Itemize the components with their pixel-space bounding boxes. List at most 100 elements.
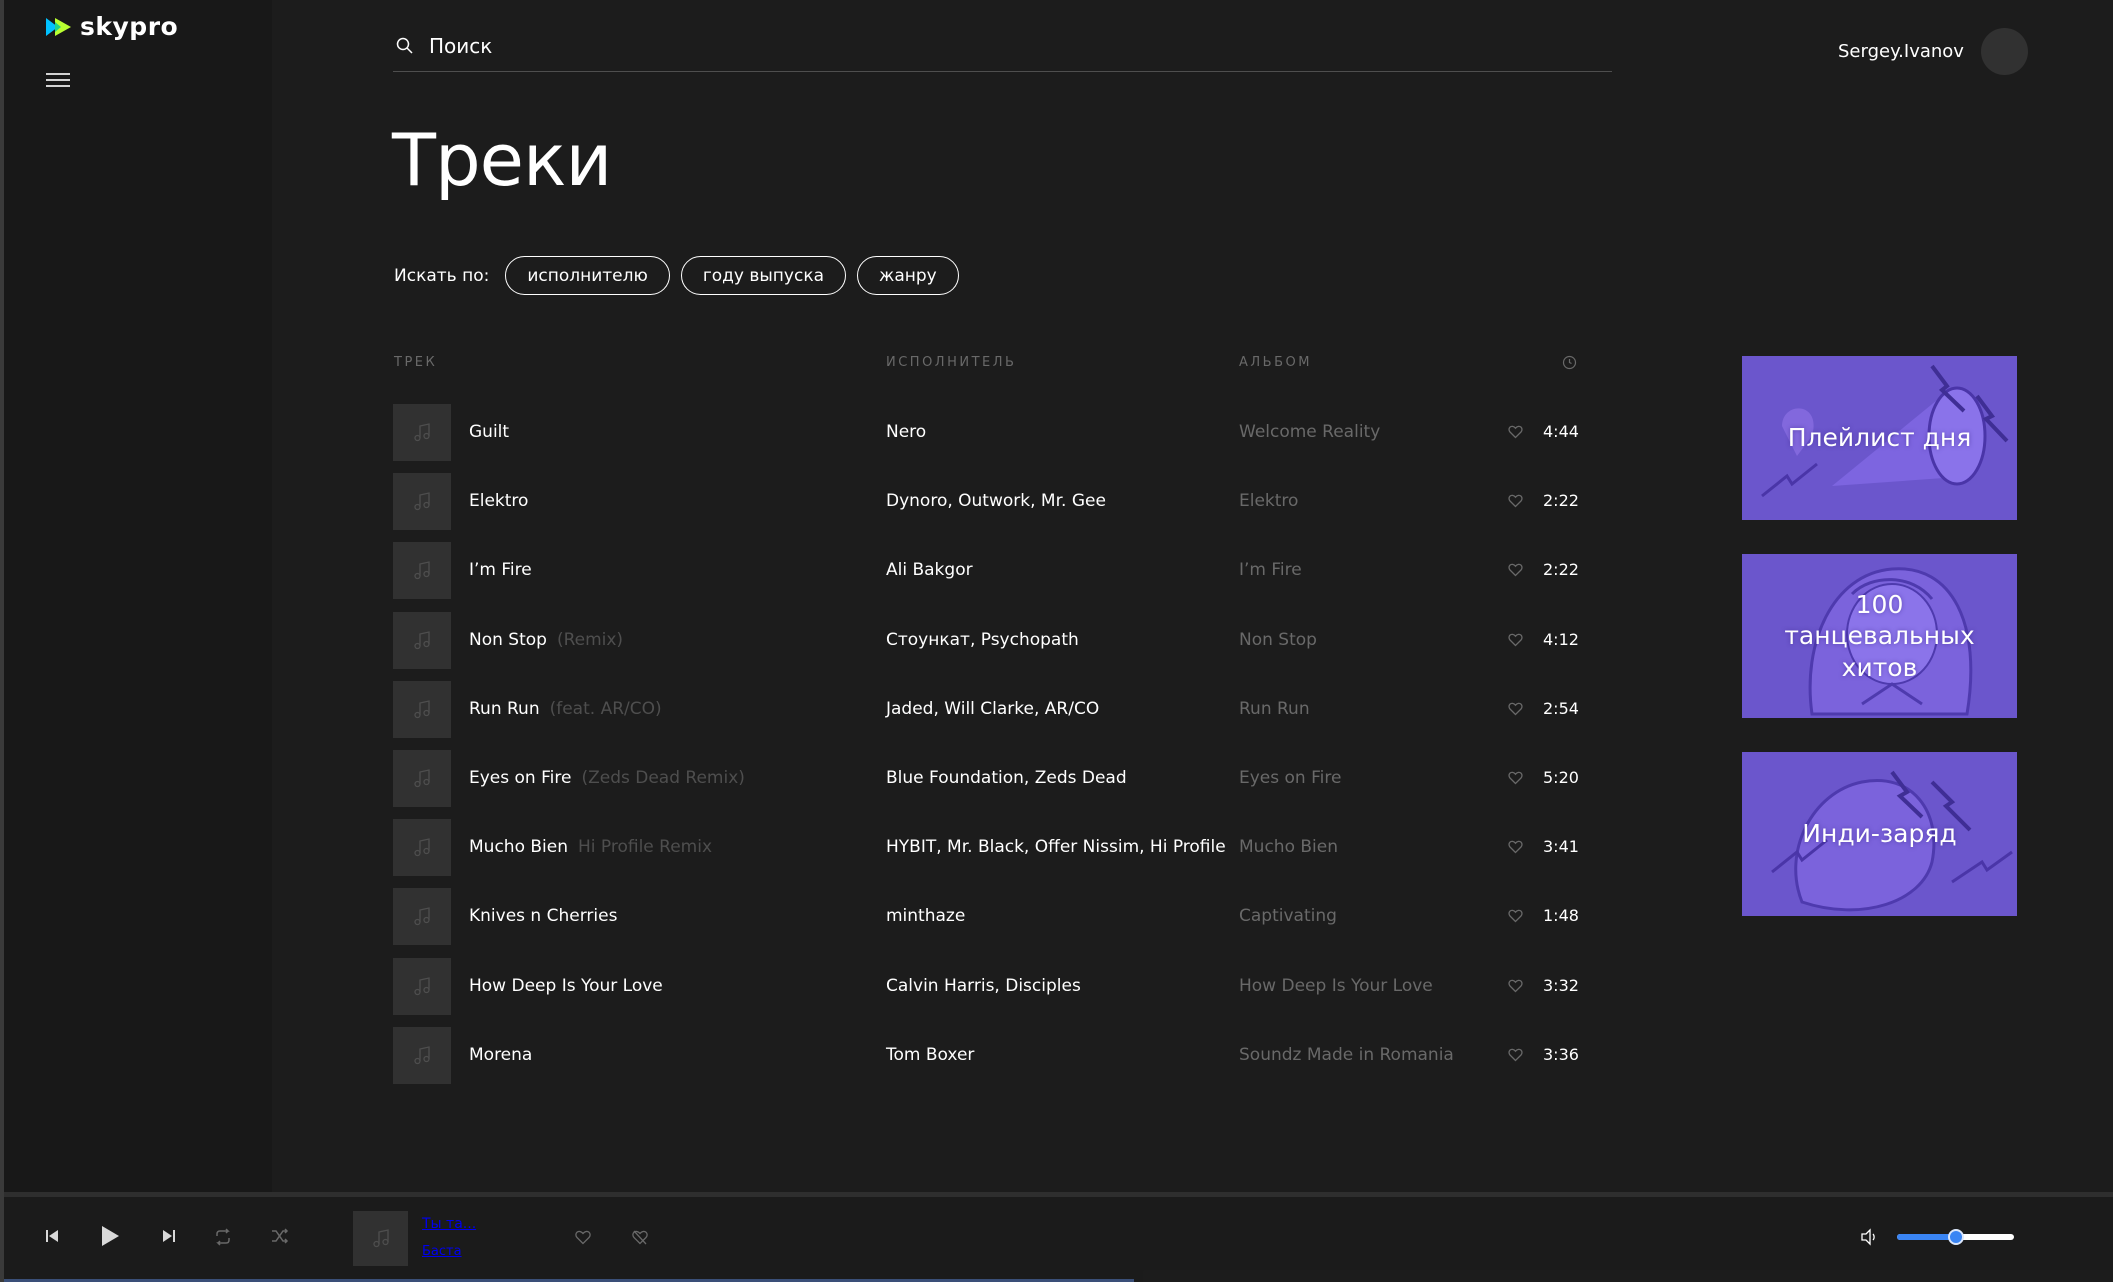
track-cover (393, 612, 451, 669)
like-icon[interactable] (575, 1230, 591, 1245)
track-cover (393, 542, 451, 599)
playlist-card-dance[interactable]: 100 танцевальных хитов (1742, 554, 2017, 718)
like-icon[interactable] (1508, 979, 1523, 993)
track-album-link[interactable]: Welcome Reality (1239, 422, 1380, 442)
track-title-link[interactable]: How Deep Is Your Love (469, 976, 673, 996)
track-title-link[interactable]: Eyes on Fire (Zeds Dead Remix) (469, 768, 745, 788)
menu-burger-icon[interactable] (46, 73, 70, 87)
track-author-link[interactable]: Blue Foundation, Zeds Dead (886, 768, 1127, 788)
track-album-link[interactable]: Non Stop (1239, 630, 1317, 650)
track-author-link[interactable]: Tom Boxer (886, 1045, 974, 1065)
logo-mark-icon (46, 17, 71, 36)
track-row[interactable]: Run Run (feat. AR/CO) Jaded, Will Clarke, … (393, 681, 1583, 739)
volume-icon[interactable] (1860, 1228, 1878, 1246)
track-title-link[interactable]: Non Stop (Remix) (469, 630, 623, 650)
logo-text: skypro (80, 12, 179, 41)
track-cover (393, 1027, 451, 1084)
track-album-link[interactable]: Captivating (1239, 906, 1337, 926)
track-row[interactable]: Knives n Cherries minthaze Captivating 1:48 (393, 888, 1583, 946)
track-title: How Deep Is Your Love (469, 976, 663, 996)
note-icon (372, 1228, 389, 1247)
track-title-link[interactable]: I’m Fire (469, 560, 542, 580)
repeat-icon[interactable] (213, 1228, 233, 1246)
playlist-card-day[interactable]: Плейлист дня (1742, 356, 2017, 520)
filter-genre-button[interactable]: жанру (857, 256, 959, 295)
track-author-link[interactable]: Стоункат, Psychopath (886, 630, 1079, 650)
like-icon[interactable] (1508, 771, 1523, 785)
filter-author-button[interactable]: исполнителю (505, 256, 670, 295)
like-icon[interactable] (1508, 1048, 1523, 1062)
track-title-link[interactable]: Morena (469, 1045, 542, 1065)
track-author-link[interactable]: HYBIT, Mr. Black, Offer Nissim, Hi Profi… (886, 837, 1226, 857)
track-album-link[interactable]: How Deep Is Your Love (1239, 976, 1433, 996)
prev-icon[interactable] (44, 1228, 60, 1244)
volume-thumb[interactable] (1947, 1229, 1964, 1245)
track-duration: 4:12 (1543, 630, 1579, 649)
current-track-author-link[interactable]: Баста (422, 1244, 462, 1259)
like-icon[interactable] (1508, 494, 1523, 508)
logo[interactable]: skypro (44, 12, 178, 41)
track-album-link[interactable]: Soundz Made in Romania (1239, 1045, 1454, 1065)
track-row[interactable]: How Deep Is Your Love Calvin Harris, Disc… (393, 958, 1583, 1016)
track-title: I’m Fire (469, 560, 532, 580)
track-duration: 3:32 (1543, 976, 1579, 995)
track-row[interactable]: Eyes on Fire (Zeds Dead Remix) Blue Founda… (393, 750, 1583, 808)
playback-progress[interactable] (4, 1192, 2113, 1197)
track-author-link[interactable]: minthaze (886, 906, 965, 926)
filter-year-button[interactable]: году выпуска (680, 256, 847, 295)
track-album-link[interactable]: Elektro (1239, 491, 1298, 511)
track-duration: 3:41 (1543, 837, 1579, 856)
like-icon[interactable] (1508, 909, 1523, 923)
shuffle-icon[interactable] (271, 1228, 289, 1244)
track-title: Eyes on Fire (469, 768, 572, 788)
track-author-link[interactable]: Nero (886, 422, 926, 442)
track-row[interactable]: Morena Tom Boxer Soundz Made in Romania 3:3… (393, 1027, 1583, 1085)
avatar[interactable] (1980, 28, 2028, 75)
like-icon[interactable] (1508, 425, 1523, 439)
like-icon[interactable] (1508, 702, 1523, 716)
track-duration: 2:22 (1543, 560, 1579, 579)
track-title-link[interactable]: Elektro (469, 491, 538, 511)
like-icon[interactable] (1508, 563, 1523, 577)
track-row[interactable]: Guilt Nero Welcome Reality 4:44 (393, 404, 1583, 462)
track-row[interactable]: I’m Fire Ali Bakgor I’m Fire 2:22 (393, 542, 1583, 600)
track-row[interactable]: Mucho Bien Hi Profile Remix HYBIT, Mr. Bla… (393, 819, 1583, 877)
track-cover (393, 404, 451, 461)
track-duration: 3:36 (1543, 1045, 1579, 1064)
track-row[interactable]: Elektro Dynoro, Outwork, Mr. Gee Elektro 2:… (393, 473, 1583, 531)
track-title-link[interactable]: Mucho Bien Hi Profile Remix (469, 837, 712, 857)
track-author-link[interactable]: Calvin Harris, Disciples (886, 976, 1081, 996)
track-title: Non Stop (469, 630, 547, 650)
track-title: Knives n Cherries (469, 906, 618, 926)
track-cover (393, 750, 451, 807)
dislike-icon[interactable] (632, 1230, 648, 1245)
track-album-link[interactable]: Eyes on Fire (1239, 768, 1341, 788)
track-row[interactable]: Non Stop (Remix) Стоункат, Psychopath Non S… (393, 612, 1583, 670)
track-album-link[interactable]: I’m Fire (1239, 560, 1302, 580)
current-track-cover (353, 1211, 408, 1266)
track-duration: 1:48 (1543, 906, 1579, 925)
play-icon[interactable] (100, 1225, 120, 1247)
track-title-link[interactable]: Knives n Cherries (469, 906, 627, 926)
track-album-link[interactable]: Run Run (1239, 699, 1310, 719)
volume-fill (1897, 1234, 1956, 1240)
playlist-label: Инди-заряд (1802, 819, 1957, 849)
note-icon (414, 560, 430, 579)
track-title-link[interactable]: Run Run (feat. AR/CO) (469, 699, 662, 719)
track-title-link[interactable]: Guilt (469, 422, 519, 442)
like-icon[interactable] (1508, 840, 1523, 854)
next-icon[interactable] (161, 1228, 177, 1244)
current-track-title-link[interactable]: Ты та... (422, 1216, 476, 1232)
column-header-track: ТРЕК (394, 355, 438, 370)
note-icon (414, 630, 430, 649)
track-author-link[interactable]: Jaded, Will Clarke, AR/CO (886, 699, 1099, 719)
track-title: Mucho Bien (469, 837, 568, 857)
track-album-link[interactable]: Mucho Bien (1239, 837, 1338, 857)
track-author-link[interactable]: Ali Bakgor (886, 560, 973, 580)
track-subtitle: (Remix) (556, 630, 624, 650)
playlist-card-indie[interactable]: Инди-заряд (1742, 752, 2017, 916)
track-author-link[interactable]: Dynoro, Outwork, Mr. Gee (886, 491, 1106, 511)
user-block[interactable]: Sergey.Ivanov (1838, 28, 2028, 75)
search-input[interactable] (429, 33, 1529, 58)
like-icon[interactable] (1508, 633, 1523, 647)
